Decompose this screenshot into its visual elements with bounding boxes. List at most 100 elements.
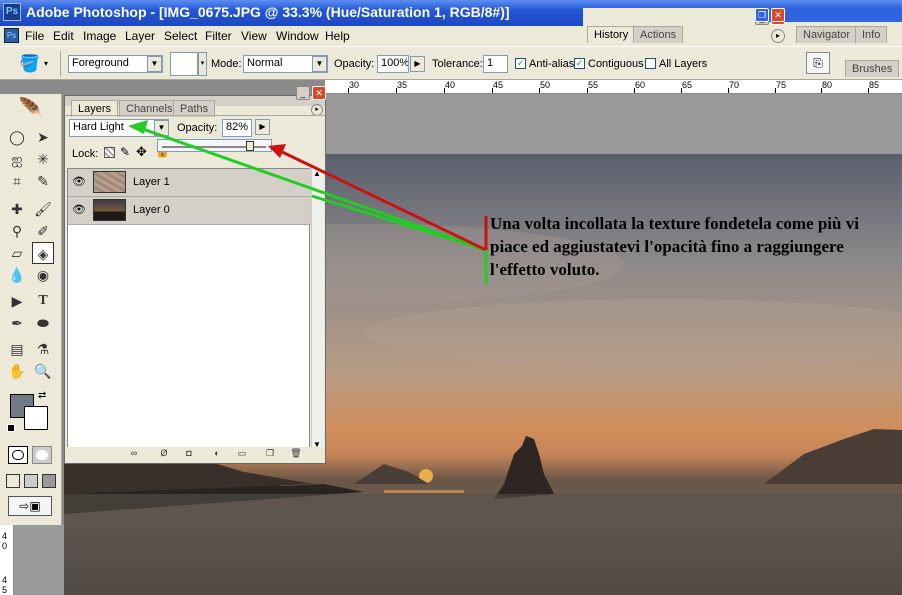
file-browser-icon[interactable]: ⎘ (806, 52, 830, 74)
hand-icon[interactable]: ✋ (6, 360, 28, 382)
anti-alias-checkbox[interactable]: ✓ (515, 58, 526, 69)
screen-mode-full-icon[interactable] (42, 474, 56, 488)
tab-history[interactable]: History (587, 26, 636, 43)
healing-brush-icon[interactable]: ✚ (6, 198, 28, 220)
tolerance-field[interactable]: 1 (483, 55, 508, 73)
crop-icon[interactable]: ⌗ (6, 170, 28, 192)
menu-layer[interactable]: Layer (125, 29, 155, 43)
app-close-icon[interactable]: ✕ (771, 8, 785, 22)
tab-actions[interactable]: Actions (633, 26, 684, 43)
lock-label: Lock: (72, 148, 99, 160)
screen-mode-standard-icon[interactable] (6, 474, 20, 488)
ruler-label: 30 (349, 80, 360, 90)
layer-opacity-field[interactable]: 82% (222, 119, 252, 137)
photoshop-app-icon[interactable]: Ps (3, 3, 21, 21)
pen-icon[interactable]: ✒ (6, 312, 28, 334)
background-color-swatch[interactable] (24, 406, 48, 430)
pattern-picker[interactable] (170, 52, 198, 76)
lock-image-icon[interactable]: ✎ (120, 145, 130, 159)
layers-scrollbar[interactable]: ▲ ▼ (311, 168, 324, 454)
eraser-icon[interactable]: ▱ (6, 242, 28, 264)
shape-ellipse-icon[interactable]: ⬬ (32, 312, 54, 334)
feather-logo-icon[interactable]: 🪶 (4, 96, 58, 122)
marquee-ellipse-icon[interactable]: ◯ (6, 126, 28, 148)
link-layers-icon[interactable]: ∞ (127, 447, 141, 459)
eyedropper-icon[interactable]: ⚗ (32, 338, 54, 360)
contiguous-checkbox[interactable]: ✓ (574, 58, 585, 69)
quick-mask-icon[interactable] (32, 446, 52, 464)
ruler-label: 45 (493, 80, 504, 90)
panel-close-icon[interactable]: ✕ (312, 86, 326, 100)
new-layer-icon[interactable]: ❒ (263, 447, 277, 459)
visibility-eye-icon[interactable]: 👁 (72, 203, 86, 217)
menu-view[interactable]: View (241, 29, 267, 43)
menu-help[interactable]: Help (325, 29, 350, 43)
menu-image[interactable]: Image (83, 29, 116, 43)
layer-row[interactable]: 👁 Layer 1 (68, 169, 311, 197)
magic-wand-icon[interactable]: ✳ (32, 148, 54, 170)
chevron-down-icon[interactable]: ▼ (154, 120, 169, 136)
opacity-slider-popup[interactable] (157, 139, 272, 152)
clone-stamp-icon[interactable]: ⚲ (6, 220, 28, 242)
scroll-up-icon[interactable]: ▲ (313, 169, 321, 178)
menu-select[interactable]: Select (164, 29, 197, 43)
layer-thumbnail (93, 199, 126, 221)
ruler-tick (775, 88, 776, 93)
history-brush-icon[interactable]: ✐ (32, 220, 54, 242)
chevron-down-icon[interactable]: ▼ (312, 56, 327, 72)
paint-bucket-icon[interactable]: 🪣 (18, 53, 42, 75)
opacity-slider-arrow-icon[interactable]: ▶ (255, 119, 270, 135)
new-group-icon[interactable]: ▭ (235, 447, 249, 459)
layer-row[interactable]: 👁 Layer 0 (68, 197, 311, 225)
palette-menu-icon[interactable]: ▸ (771, 29, 785, 43)
trash-icon[interactable]: 🗑 (289, 447, 303, 459)
layers-list: 👁 Layer 1 👁 Layer 0 (67, 168, 311, 454)
visibility-eye-icon[interactable]: 👁 (72, 175, 86, 189)
menu-edit[interactable]: Edit (53, 29, 74, 43)
screen-mode-full-menu-icon[interactable] (24, 474, 38, 488)
dodge-icon[interactable]: ◉ (32, 264, 54, 286)
move-icon[interactable]: ➤ (32, 126, 54, 148)
paint-bucket-tool-icon[interactable]: ◈ (32, 242, 54, 264)
type-icon[interactable]: T (32, 290, 54, 312)
tab-brushes[interactable]: Brushes (845, 60, 900, 77)
lasso-icon[interactable]: ஐ (6, 148, 28, 170)
add-mask-icon[interactable]: ◘ (182, 447, 196, 459)
slice-icon[interactable]: ✎ (32, 170, 54, 192)
tab-navigator[interactable]: Navigator (796, 26, 858, 43)
menu-window[interactable]: Window (276, 29, 319, 43)
notes-icon[interactable]: ▤ (6, 338, 28, 360)
opacity-slider-arrow-icon[interactable]: ▶ (410, 56, 425, 72)
zoom-icon[interactable]: 🔍 (32, 360, 54, 382)
all-layers-label: All Layers (659, 58, 708, 70)
path-selection-icon[interactable]: ▶ (6, 290, 28, 312)
chevron-down-icon[interactable]: ▼ (147, 56, 162, 72)
opacity-field[interactable]: 100% (377, 55, 409, 73)
brush-icon[interactable]: 🖌 (32, 198, 54, 220)
restore-icon[interactable]: ❐ (755, 8, 769, 22)
menu-filter[interactable]: Filter (205, 29, 232, 43)
chevron-down-icon[interactable]: ▾ (44, 59, 48, 68)
swap-colors-icon[interactable]: ⇄ (38, 390, 46, 401)
ruler-label: 40 (445, 80, 456, 90)
toolbox: 🪶 ◯ ➤ ஐ ✳ ⌗ ✎ ✚ 🖌 ⚲ ✐ ▱ ◈ 💧 ◉ ▶ T ✒ ⬬ ▤ … (0, 94, 62, 525)
standard-mode-icon[interactable] (8, 446, 28, 464)
menu-file[interactable]: File (25, 29, 44, 43)
blur-icon[interactable]: 💧 (6, 264, 28, 286)
default-colors-icon[interactable] (7, 424, 15, 432)
layer-thumbnail (93, 171, 126, 193)
document-icon[interactable]: Ps (4, 28, 19, 43)
pattern-chevron-icon[interactable]: ▾ (198, 52, 207, 76)
ruler-label: 80 (822, 80, 833, 90)
annotation-text: Una volta incollata la texture fondetela… (490, 214, 859, 279)
adjustment-layer-icon[interactable]: ◐ (210, 447, 224, 459)
tab-info[interactable]: Info (855, 26, 888, 43)
all-layers-checkbox[interactable] (645, 58, 656, 69)
jump-to-imageready-icon[interactable]: ⇨▣ (8, 496, 52, 516)
lock-position-icon[interactable]: ✥ (136, 144, 147, 160)
slider-thumb[interactable] (246, 141, 254, 151)
panel-minimize-icon[interactable]: _ (296, 86, 310, 100)
divider (60, 51, 61, 77)
layer-style-icon[interactable]: Ø (157, 447, 171, 459)
lock-transparent-icon[interactable] (104, 147, 115, 158)
